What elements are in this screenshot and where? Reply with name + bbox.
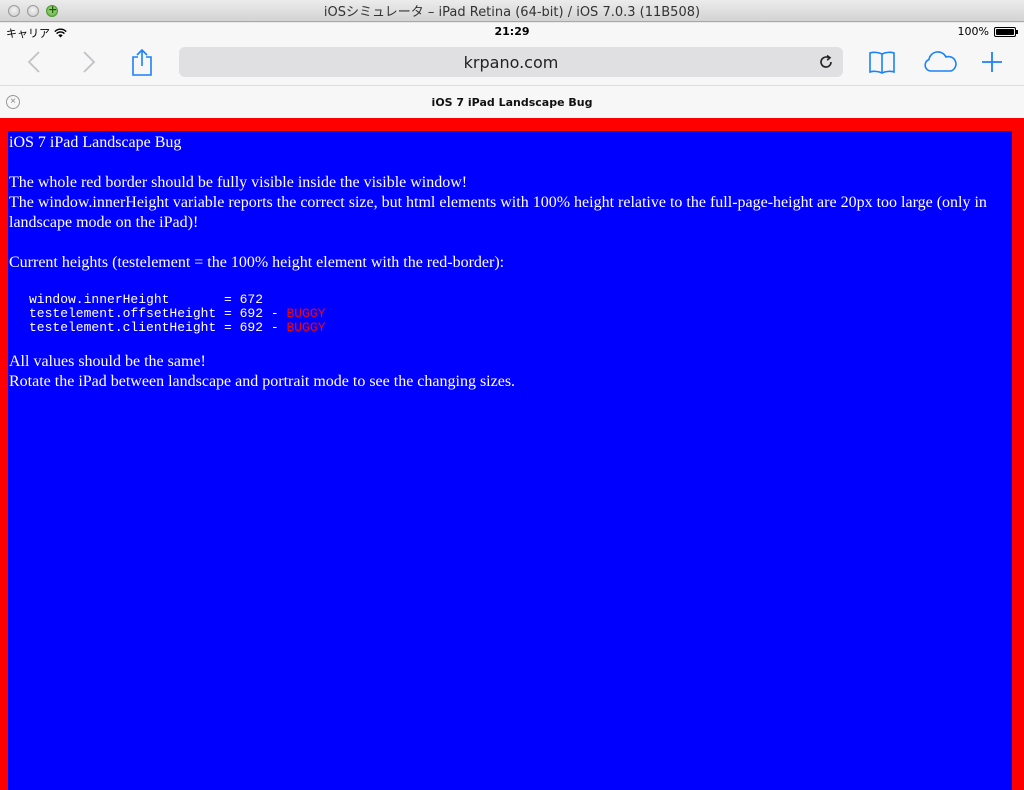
- tab-bar: × iOS 7 iPad Landscape Bug: [0, 85, 1024, 118]
- buggy-flag: BUGGY: [286, 306, 326, 321]
- safari-toolbar: krpano.com: [0, 41, 1024, 85]
- current-heights-label: Current heights (testelement = the 100% …: [9, 254, 505, 271]
- battery-status: 100%: [957, 25, 1018, 38]
- battery-percent: 100%: [957, 25, 989, 38]
- instruction-line-2: The window.innerHeight variable reports …: [9, 194, 987, 231]
- new-tab-icon: [982, 52, 1002, 72]
- new-tab-button[interactable]: [976, 47, 1008, 77]
- offset-height-value: testelement.offsetHeight = 692 -: [29, 306, 287, 321]
- icloud-tabs-icon: [924, 51, 957, 72]
- battery-icon: [994, 26, 1018, 37]
- ios-status-bar: キャリア 21:29 100%: [0, 23, 1024, 41]
- offset-height-row: testelement.offsetHeight = 692 - BUGGY: [29, 307, 1011, 321]
- forward-icon: [83, 51, 96, 73]
- address-bar[interactable]: krpano.com: [179, 47, 843, 77]
- instruction-line-1: The whole red border should be fully vis…: [9, 174, 468, 191]
- share-icon: [132, 48, 152, 76]
- web-viewport: iOS 7 iPad Landscape Bug The whole red b…: [0, 118, 1024, 790]
- bookmarks-button[interactable]: [866, 47, 898, 77]
- client-height-row: testelement.clientHeight = 692 - BUGGY: [29, 321, 1011, 335]
- inner-height-value: window.innerHeight = 672: [29, 292, 264, 307]
- footer-line-1: All values should be the same!: [9, 353, 206, 370]
- zoom-window-button[interactable]: [46, 3, 58, 17]
- reload-button[interactable]: [815, 51, 837, 73]
- back-button[interactable]: [18, 47, 50, 77]
- forward-button[interactable]: [73, 47, 105, 77]
- minimize-window-button[interactable]: [27, 5, 39, 17]
- reload-icon: [820, 54, 832, 68]
- window-title: iOSシミュレータ – iPad Retina (64-bit) / iOS 7…: [323, 5, 701, 20]
- url-text: krpano.com: [463, 52, 559, 72]
- status-clock: 21:29: [494, 25, 530, 38]
- window-titlebar: iOSシミュレータ – iPad Retina (64-bit) / iOS 7…: [0, 0, 1024, 22]
- share-button[interactable]: [126, 47, 158, 77]
- buggy-flag: BUGGY: [286, 320, 326, 335]
- test-element: iOS 7 iPad Landscape Bug The whole red b…: [8, 131, 1012, 790]
- bookmarks-icon: [869, 51, 895, 74]
- client-height-value: testelement.clientHeight = 692 -: [29, 320, 287, 335]
- icloud-tabs-button[interactable]: [920, 47, 960, 77]
- page-heading: iOS 7 iPad Landscape Bug: [9, 134, 182, 151]
- heights-readout: window.innerHeight = 672 testelement.offs…: [29, 293, 1011, 335]
- back-icon: [27, 51, 40, 73]
- close-window-button[interactable]: [8, 5, 20, 17]
- inner-height-row: window.innerHeight = 672: [29, 293, 1011, 307]
- window-controls: [8, 3, 58, 17]
- tab-title[interactable]: iOS 7 iPad Landscape Bug: [0, 96, 1024, 109]
- footer-line-2: Rotate the iPad between landscape and po…: [9, 373, 516, 390]
